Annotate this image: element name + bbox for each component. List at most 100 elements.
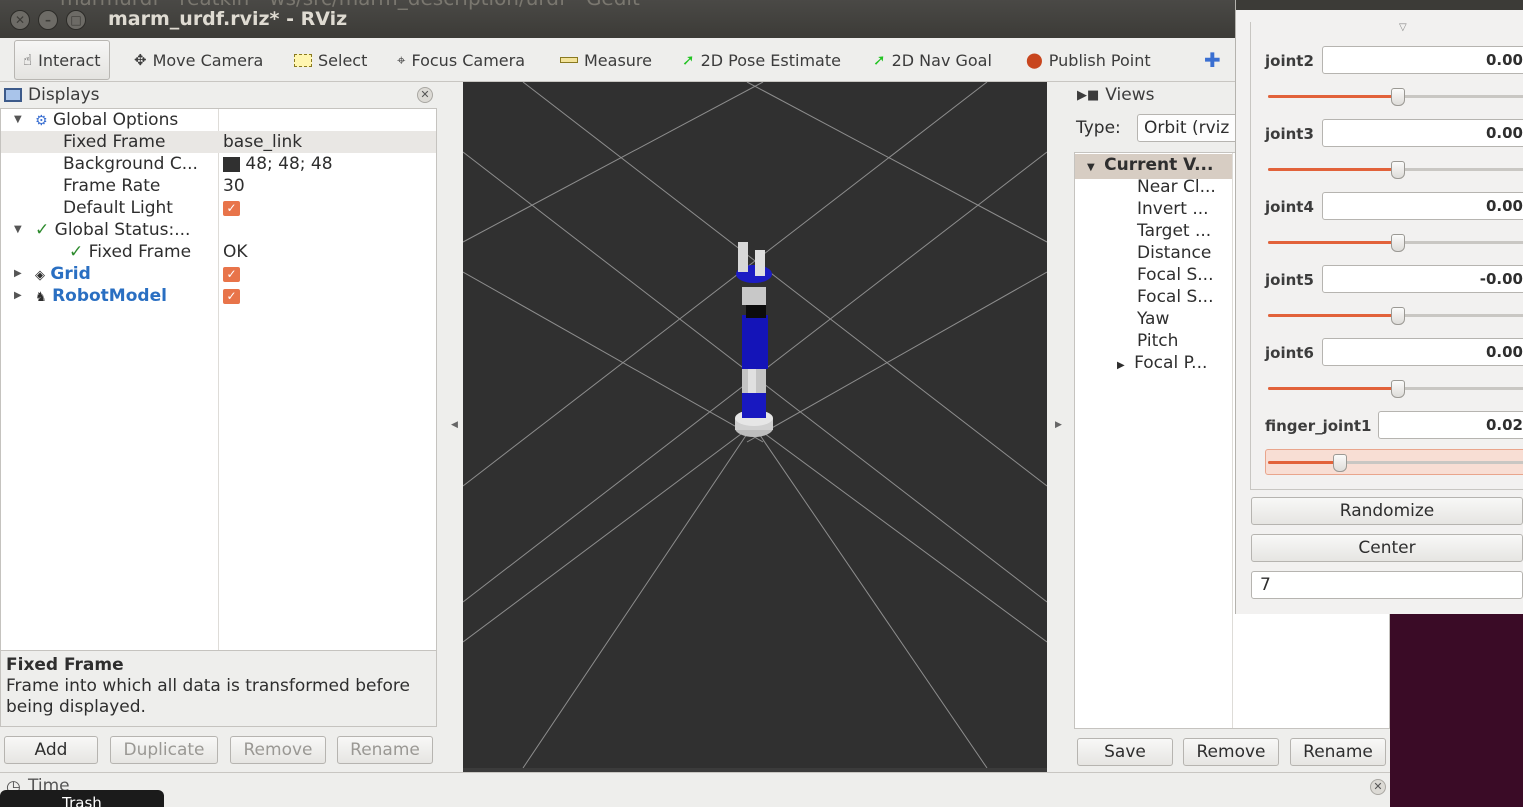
tree-row-fixed-frame[interactable]: Fixed Frame base_link bbox=[1, 131, 436, 153]
default-light-checkbox[interactable]: ✓ bbox=[223, 200, 240, 216]
slider-handle[interactable] bbox=[1333, 454, 1347, 472]
view-prop-focal-point[interactable]: ▶ Focal P... bbox=[1117, 352, 1207, 377]
maximize-window-icon[interactable]: □ bbox=[66, 10, 86, 30]
nav-goal-tool[interactable]: ➚ 2D Nav Goal bbox=[873, 44, 992, 76]
tree-row-global-options[interactable]: ▼ ⚙ Global Options bbox=[1, 109, 436, 131]
toolbar: ☝ Interact ✥ Move Camera Select ⌖ Focus … bbox=[0, 38, 1240, 82]
close-time-icon[interactable]: ✕ bbox=[1370, 779, 1386, 795]
window-title: marm_urdf.rviz* - RViz bbox=[108, 8, 348, 30]
view-prop-focal-shape-1[interactable]: Focal S... bbox=[1137, 264, 1213, 286]
gear-icon: ⚙ bbox=[35, 113, 48, 129]
joint2-label: joint2 bbox=[1265, 52, 1314, 70]
right-splitter[interactable]: ▶ bbox=[1047, 82, 1073, 772]
focus-camera-tool[interactable]: ⌖ Focus Camera bbox=[397, 44, 525, 76]
tree-row-default-light[interactable]: Default Light ✓ bbox=[1, 197, 436, 219]
render-viewport[interactable] bbox=[463, 82, 1047, 768]
joint2-slider[interactable] bbox=[1268, 88, 1523, 106]
slider-handle[interactable] bbox=[1391, 307, 1405, 325]
interact-tool[interactable]: ☝ Interact bbox=[14, 40, 110, 80]
remove-view-button[interactable]: Remove bbox=[1183, 738, 1279, 766]
view-prop-focal-shape-2[interactable]: Focal S... bbox=[1137, 286, 1213, 308]
expand-arrow-icon[interactable]: ▶ bbox=[14, 263, 22, 285]
displays-header: Displays bbox=[0, 82, 100, 108]
rename-display-button[interactable]: Rename bbox=[337, 736, 433, 764]
collapse-left-icon[interactable]: ◀ bbox=[451, 420, 458, 430]
finger-joint1-slider[interactable] bbox=[1268, 454, 1523, 472]
expand-arrow-icon[interactable]: ▼ bbox=[1087, 162, 1095, 173]
select-tool[interactable]: Select bbox=[294, 44, 367, 76]
row-label: Fixed Frame bbox=[88, 242, 192, 262]
view-prop-distance[interactable]: Distance bbox=[1137, 242, 1211, 264]
robot-model[interactable] bbox=[735, 242, 773, 437]
joint2-value-input[interactable]: 0.00 bbox=[1322, 46, 1523, 74]
slider-handle[interactable] bbox=[1391, 161, 1405, 179]
add-tool-button[interactable]: ✚ bbox=[1204, 44, 1221, 76]
row-label: Default Light bbox=[63, 198, 173, 218]
measure-tool[interactable]: Measure bbox=[560, 44, 652, 76]
close-displays-icon[interactable]: ✕ bbox=[417, 87, 433, 103]
remove-display-button[interactable]: Remove bbox=[230, 736, 326, 764]
hand-pointer-icon: ☝ bbox=[23, 50, 33, 69]
joint3-value-input[interactable]: 0.00 bbox=[1322, 119, 1523, 147]
joint4-value-input[interactable]: 0.00 bbox=[1322, 192, 1523, 220]
rename-view-button[interactable]: Rename bbox=[1290, 738, 1386, 766]
grid-icon: ◈ bbox=[35, 268, 45, 283]
view-prop-invert[interactable]: Invert ... bbox=[1137, 198, 1209, 220]
finger-joint1-value-input[interactable]: 0.02 bbox=[1378, 411, 1523, 439]
left-splitter[interactable]: ◀ bbox=[437, 82, 463, 772]
row-label: Global Status:... bbox=[54, 220, 191, 240]
view-prop-yaw[interactable]: Yaw bbox=[1137, 308, 1169, 330]
green-arrow-icon: ➚ bbox=[682, 50, 695, 69]
focus-camera-icon: ⌖ bbox=[397, 50, 406, 69]
duplicate-display-button[interactable]: Duplicate bbox=[110, 736, 218, 764]
view-type-select[interactable]: Orbit (rviz bbox=[1137, 114, 1247, 142]
save-view-button[interactable]: Save bbox=[1077, 738, 1173, 766]
frame-rate-value[interactable]: 30 bbox=[223, 175, 245, 197]
expand-arrow-icon[interactable]: ▶ bbox=[1117, 360, 1125, 371]
close-window-icon[interactable]: ✕ bbox=[10, 10, 30, 30]
tree-row-grid[interactable]: ▶ ◈ Grid ✓ bbox=[1, 263, 436, 285]
expand-arrow-icon[interactable]: ▶ bbox=[14, 285, 22, 307]
tree-row-background-color[interactable]: Background C... 48; 48; 48 bbox=[1, 153, 436, 175]
view-prop-near-clip[interactable]: Near Cl... bbox=[1137, 176, 1216, 198]
slider-handle[interactable] bbox=[1391, 234, 1405, 252]
publish-point-label: Publish Point bbox=[1048, 50, 1151, 70]
minimize-window-icon[interactable]: – bbox=[38, 10, 58, 30]
pose-estimate-tool[interactable]: ➚ 2D Pose Estimate bbox=[682, 44, 841, 76]
background-color-text: 48; 48; 48 bbox=[245, 154, 333, 174]
expand-arrow-icon[interactable]: ▼ bbox=[14, 109, 22, 131]
slider-count-input[interactable]: 7 bbox=[1251, 571, 1523, 599]
view-prop-target[interactable]: Target ... bbox=[1137, 220, 1211, 242]
tree-row-global-status[interactable]: ▼ ✓ Global Status:... bbox=[1, 219, 436, 241]
joint6-slider[interactable] bbox=[1268, 380, 1523, 398]
joint4-slider[interactable] bbox=[1268, 234, 1523, 252]
background-color-value[interactable]: 48; 48; 48 bbox=[223, 153, 333, 175]
tree-row-status-fixed-frame[interactable]: ✓ Fixed Frame OK bbox=[1, 241, 436, 263]
current-view-label: Current V... bbox=[1104, 155, 1214, 175]
robotmodel-checkbox[interactable]: ✓ bbox=[223, 288, 240, 304]
slider-handle[interactable] bbox=[1391, 380, 1405, 398]
scroll-up-icon[interactable]: ▽ bbox=[1399, 22, 1407, 33]
tree-row-robotmodel[interactable]: ▶ ♞ RobotModel ✓ bbox=[1, 285, 436, 307]
center-button[interactable]: Center bbox=[1251, 534, 1523, 562]
view-prop-pitch[interactable]: Pitch bbox=[1137, 330, 1178, 352]
color-swatch-icon bbox=[223, 156, 240, 172]
grid-checkbox[interactable]: ✓ bbox=[223, 266, 240, 282]
joint5-value-input[interactable]: -0.00 bbox=[1322, 265, 1523, 293]
collapse-right-icon[interactable]: ▶ bbox=[1055, 420, 1062, 430]
add-display-button[interactable]: Add bbox=[4, 736, 98, 764]
slider-handle[interactable] bbox=[1391, 88, 1405, 106]
joint6-value-input[interactable]: 0.00 bbox=[1322, 338, 1523, 366]
publish-point-tool[interactable]: ⬤ Publish Point bbox=[1026, 44, 1151, 76]
move-camera-tool[interactable]: ✥ Move Camera bbox=[134, 44, 263, 76]
property-description: Fixed Frame Frame into which all data is… bbox=[0, 650, 437, 727]
fixed-frame-value[interactable]: base_link bbox=[223, 131, 302, 153]
focal-point-label: Focal P... bbox=[1134, 353, 1208, 373]
views-title: Views bbox=[1105, 85, 1155, 105]
randomize-button[interactable]: Randomize bbox=[1251, 497, 1523, 525]
joint3-slider[interactable] bbox=[1268, 161, 1523, 179]
joint5-slider[interactable] bbox=[1268, 307, 1523, 325]
tree-row-frame-rate[interactable]: Frame Rate 30 bbox=[1, 175, 436, 197]
plus-icon: ✚ bbox=[1204, 48, 1221, 72]
expand-arrow-icon[interactable]: ▼ bbox=[14, 219, 22, 241]
